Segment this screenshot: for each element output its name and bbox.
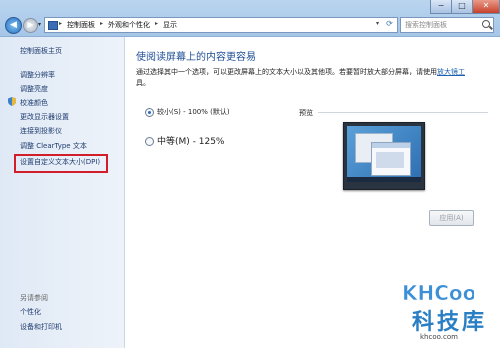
preview-window-front [371, 142, 411, 176]
magnifier-link[interactable]: 放大镜工 [437, 68, 465, 76]
sidebar-item-display-settings[interactable]: 更改显示器设置 [20, 112, 69, 122]
shield-icon [8, 97, 16, 106]
maximize-button[interactable]: □ [451, 0, 473, 14]
description: 通过选择其中一个选项，可以更改屏幕上的文本大小以及其他项。若要暂时放大部分屏幕，… [136, 67, 465, 77]
option-smaller-label[interactable]: 较小(S) - 100% (默认) [157, 107, 230, 117]
watermark-logo: KHCoo [402, 281, 474, 305]
sidebar-item-projector[interactable]: 连接到投影仪 [20, 126, 62, 136]
window-chrome: − □ ✕ ◀ ▶ ▾ ▸ 控制面板 ▸ 外观和个性化 ▸ 显示 ▾ ⟳ 搜索控… [0, 0, 500, 37]
refresh-icon[interactable]: ⟳ [383, 19, 396, 29]
control-panel-icon [48, 21, 58, 30]
preview-label: 预览 [299, 109, 313, 117]
breadcrumb-control-panel[interactable]: 控制面板 [67, 20, 95, 30]
sidebar-item-cleartype[interactable]: 调整 ClearType 文本 [20, 141, 87, 151]
address-bar[interactable]: ▸ 控制面板 ▸ 外观和个性化 ▸ 显示 ▾ ⟳ [44, 17, 398, 33]
see-also-heading: 另请参阅 [20, 294, 48, 302]
description-continued: 具。 [136, 79, 150, 87]
preview-monitor-image [343, 122, 425, 190]
sidebar-item-calibrate-color[interactable]: 校准颜色 [20, 98, 48, 108]
forward-button[interactable]: ▶ [23, 18, 38, 33]
preview-window-titlebar [372, 143, 410, 148]
radio-medium[interactable] [145, 137, 154, 146]
preview-window-body [376, 152, 404, 168]
sidebar-home-link[interactable]: 控制面板主页 [20, 46, 62, 56]
watermark-name: 科技库 [412, 310, 488, 335]
history-dropdown[interactable]: ▾ [38, 21, 41, 28]
apply-button[interactable]: 应用(A) [429, 210, 474, 226]
watermark-logo-text: KHCoo [402, 281, 474, 305]
breadcrumb-separator[interactable]: ▸ [155, 20, 158, 27]
breadcrumb-separator[interactable]: ▸ [100, 20, 103, 27]
description-text: 通过选择其中一个选项，可以更改屏幕上的文本大小以及其他项。若要暂时放大部分屏幕，… [136, 68, 437, 76]
sidebar-item-devices-printers[interactable]: 设备和打印机 [20, 322, 62, 332]
breadcrumb-appearance[interactable]: 外观和个性化 [108, 20, 150, 30]
sidebar-item-personalization[interactable]: 个性化 [20, 307, 41, 317]
search-box[interactable]: 搜索控制面板 [400, 17, 494, 33]
watermark-url: khcoo.com [420, 333, 458, 341]
close-button[interactable]: ✕ [472, 0, 500, 14]
search-input[interactable]: 搜索控制面板 [405, 20, 447, 30]
page-title: 使阅读屏幕上的内容更容易 [136, 52, 256, 63]
breadcrumb-separator[interactable]: ▸ [59, 20, 62, 27]
sidebar-item-brightness[interactable]: 调整亮度 [20, 84, 48, 94]
option-medium-label[interactable]: 中等(M) - 125% [157, 134, 225, 147]
minimize-button[interactable]: − [430, 0, 452, 14]
radio-smaller[interactable] [145, 108, 154, 117]
preview-divider [318, 112, 488, 113]
preview-screen [347, 126, 421, 182]
sidebar: 控制面板主页 调整分辨率 调整亮度 校准颜色 更改显示器设置 连接到投影仪 调整… [0, 37, 125, 348]
breadcrumb-display[interactable]: 显示 [163, 20, 177, 30]
preview-taskbar [347, 177, 421, 182]
back-button[interactable]: ◀ [5, 17, 22, 34]
address-dropdown[interactable]: ▾ [376, 20, 379, 27]
search-icon[interactable] [482, 20, 490, 28]
sidebar-item-resolution[interactable]: 调整分辨率 [20, 70, 55, 80]
highlight-box [14, 154, 108, 173]
